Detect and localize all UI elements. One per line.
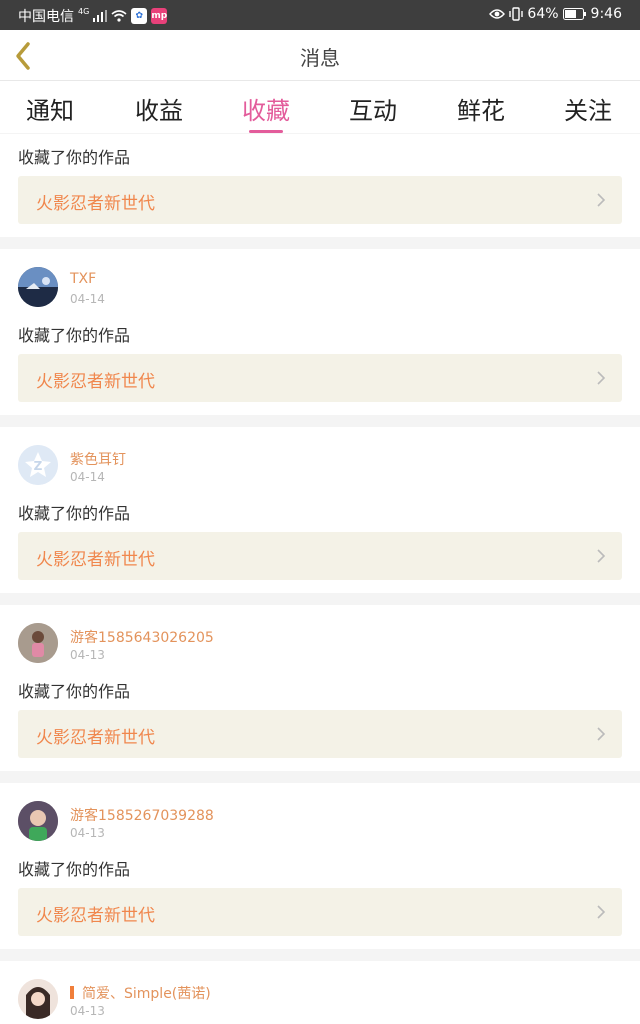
header-bar: 消息 xyxy=(0,30,640,81)
message-item: 游客1585643026205 04-13 收藏了你的作品 火影忍者新世代 xyxy=(0,605,640,771)
message-date: 04-13 xyxy=(70,1004,105,1018)
chevron-right-icon xyxy=(597,727,606,741)
work-link[interactable]: 火影忍者新世代 xyxy=(18,176,622,224)
work-link[interactable]: 火影忍者新世代 xyxy=(18,354,622,402)
work-link[interactable]: 火影忍者新世代 xyxy=(18,532,622,580)
username[interactable]: 紫色耳钉 xyxy=(70,449,126,469)
tab-follow[interactable]: 关注 xyxy=(548,91,628,126)
work-link[interactable]: 火影忍者新世代 xyxy=(18,888,622,936)
work-title: 火影忍者新世代 xyxy=(36,728,155,748)
work-title: 火影忍者新世代 xyxy=(36,906,155,926)
clock: 9:46 xyxy=(590,6,622,22)
active-tab-indicator xyxy=(249,130,283,133)
wifi-icon xyxy=(111,10,127,22)
chevron-right-icon xyxy=(597,193,606,207)
status-bar: 中国电信 4G ✿ mp 64% 9:46 xyxy=(0,0,640,30)
message-item: 收藏了你的作品 火影忍者新世代 xyxy=(0,134,640,237)
username[interactable]: 游客1585643026205 xyxy=(70,627,214,647)
username[interactable]: TXF xyxy=(70,271,96,287)
message-date: 04-14 xyxy=(70,292,105,306)
signal-icon xyxy=(93,10,108,22)
tab-notify[interactable]: 通知 xyxy=(10,91,90,126)
work-title: 火影忍者新世代 xyxy=(36,372,155,392)
username-text: 简爱、Simple(茜诺) xyxy=(82,986,211,1002)
message-action: 收藏了你的作品 xyxy=(18,682,131,701)
page-title: 消息 xyxy=(300,46,340,70)
battery-icon xyxy=(562,8,586,20)
avatar[interactable]: Z xyxy=(18,445,58,485)
svg-text:Z: Z xyxy=(34,459,43,473)
carrier-label: 中国电信 xyxy=(18,9,74,25)
tab-earnings[interactable]: 收益 xyxy=(119,91,199,126)
message-action: 收藏了你的作品 xyxy=(18,504,131,523)
chevron-right-icon xyxy=(597,905,606,919)
chevron-right-icon xyxy=(597,549,606,563)
vip-badge xyxy=(70,986,74,999)
message-item: Z 紫色耳钉 04-14 收藏了你的作品 火影忍者新世代 xyxy=(0,427,640,593)
work-link[interactable]: 火影忍者新世代 xyxy=(18,710,622,758)
network-label: 4G xyxy=(78,6,90,16)
tab-interaction[interactable]: 互动 xyxy=(333,91,413,126)
message-item: TXF 04-14 收藏了你的作品 火影忍者新世代 xyxy=(0,249,640,415)
tab-bar: 通知 收益 收藏 互动 鲜花 关注 xyxy=(0,81,640,133)
chevron-right-icon xyxy=(597,371,606,385)
username[interactable]: 游客1585267039288 xyxy=(70,805,214,825)
username[interactable]: 简爱、Simple(茜诺) xyxy=(70,983,211,1003)
battery-percent: 64% xyxy=(527,6,559,22)
message-action: 收藏了你的作品 xyxy=(18,148,131,167)
app-icon: ✿ xyxy=(131,8,148,24)
message-action: 收藏了你的作品 xyxy=(18,326,131,345)
tab-favorites[interactable]: 收藏 xyxy=(226,91,306,126)
message-item: 简爱、Simple(茜诺) 04-13 xyxy=(0,961,640,1024)
work-title: 火影忍者新世代 xyxy=(36,550,155,570)
tab-flowers[interactable]: 鲜花 xyxy=(441,91,521,126)
message-date: 04-13 xyxy=(70,648,105,662)
message-action: 收藏了你的作品 xyxy=(18,860,131,879)
message-date: 04-13 xyxy=(70,826,105,840)
work-title: 火影忍者新世代 xyxy=(36,194,155,214)
app-icon: mp xyxy=(151,8,168,24)
eye-icon xyxy=(489,9,506,19)
message-item: 游客1585267039288 04-13 收藏了你的作品 火影忍者新世代 xyxy=(0,783,640,949)
avatar[interactable] xyxy=(18,623,58,663)
avatar[interactable] xyxy=(18,979,58,1019)
avatar[interactable] xyxy=(18,801,58,841)
vibrate-icon xyxy=(509,7,524,21)
message-date: 04-14 xyxy=(70,470,105,484)
avatar[interactable] xyxy=(18,267,58,307)
